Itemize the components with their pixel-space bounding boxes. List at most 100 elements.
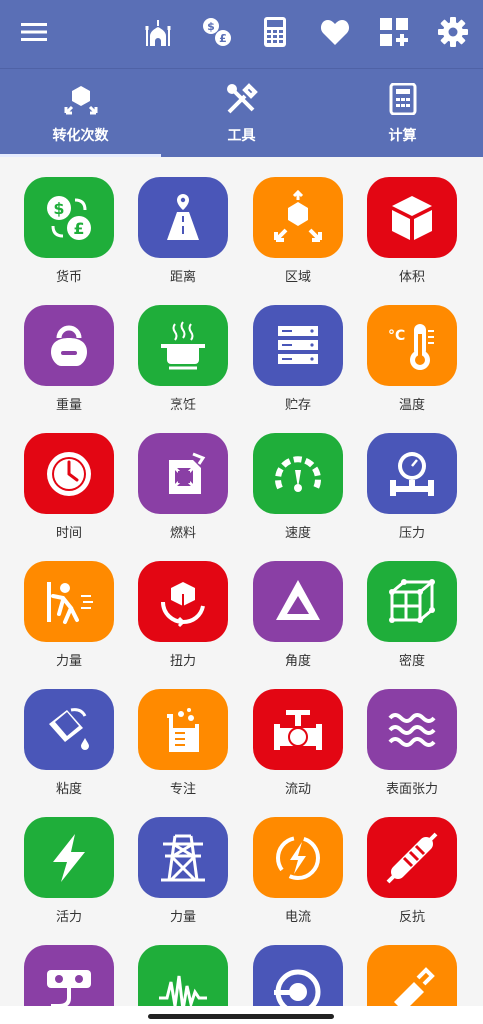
converter-label: 表面张力 (385, 782, 438, 797)
fuel-can-icon (138, 433, 228, 514)
converter-viscosity[interactable]: 粘度 (12, 669, 126, 797)
waveform-icon (138, 945, 228, 1012)
thermometer-icon: °C (367, 305, 457, 386)
tab-calculate[interactable]: 计算 (322, 69, 483, 158)
converter-energy[interactable]: 活力 (12, 797, 126, 925)
beaker-icon (138, 689, 228, 770)
settings-icon[interactable] (435, 14, 471, 50)
server-storage-icon (253, 305, 343, 386)
current-bolt-icon (253, 817, 343, 898)
converter-angle[interactable]: 角度 (241, 541, 355, 669)
capacitor-icon (367, 945, 457, 1012)
converter-speed[interactable]: 速度 (241, 413, 355, 541)
currency-icon: $ £ (24, 177, 114, 258)
converter-label: 贮存 (284, 398, 311, 413)
tab-label: 计算 (388, 128, 417, 144)
converter-label: 粘度 (55, 782, 82, 797)
torque-box-icon (138, 561, 228, 642)
menu-icon[interactable] (16, 14, 52, 50)
kettlebell-icon (24, 305, 114, 386)
cooking-pot-icon (138, 305, 228, 386)
converter-label: 电流 (284, 910, 311, 925)
svg-text:£: £ (73, 219, 84, 238)
resistor-icon (367, 817, 457, 898)
converter-label: 重量 (55, 398, 82, 413)
tab-label: 工具 (227, 128, 256, 144)
converter-label: 距离 (169, 270, 196, 285)
converter-label: 流动 (284, 782, 311, 797)
calculator-device-icon[interactable] (257, 14, 293, 50)
tools-icon (224, 81, 260, 117)
mosque-icon[interactable] (140, 14, 176, 50)
conversion-icon (63, 81, 99, 117)
converter-time[interactable]: 时间 (12, 413, 126, 541)
converter-label: 力量 (55, 654, 82, 669)
tab-bar: 转化次数 工具 计算 (0, 68, 483, 158)
lightning-icon (24, 817, 114, 898)
converter-weight[interactable]: 重量 (12, 285, 126, 413)
add-widget-icon[interactable] (376, 14, 412, 50)
converter-label: 活力 (55, 910, 82, 925)
converter-area[interactable]: 区域 (241, 157, 355, 285)
converter-resistance[interactable]: 反抗 (355, 797, 469, 925)
home-indicator[interactable] (148, 1014, 334, 1019)
converter-pressure[interactable]: 压力 (355, 413, 469, 541)
converter-label: 力量 (169, 910, 196, 925)
svg-text:£: £ (219, 32, 227, 45)
clock-icon (24, 433, 114, 514)
road-distance-icon (138, 177, 228, 258)
converter-concentration[interactable]: 专注 (126, 669, 240, 797)
converter-storage[interactable]: 贮存 (241, 285, 355, 413)
heart-icon[interactable] (317, 14, 353, 50)
valve-pipe-icon (253, 689, 343, 770)
svg-text:$: $ (207, 20, 215, 33)
converter-label: 燃料 (169, 526, 196, 541)
converter-label: 区域 (284, 270, 311, 285)
converter-volume[interactable]: 体积 (355, 157, 469, 285)
top-app-bar: $ £ (0, 0, 483, 68)
converter-label: 货币 (55, 270, 82, 285)
triangle-angle-icon (253, 561, 343, 642)
waves-icon (367, 689, 457, 770)
converter-flow[interactable]: 流动 (241, 669, 355, 797)
converter-fuel[interactable]: 燃料 (126, 413, 240, 541)
svg-text:°C: °C (388, 328, 405, 344)
converter-label: 角度 (284, 654, 311, 669)
converter-item-26[interactable] (126, 925, 240, 1012)
tab-label: 转化次数 (52, 128, 109, 144)
pressure-gauge-icon (367, 433, 457, 514)
converter-item-25[interactable] (12, 925, 126, 1012)
converter-torque[interactable]: 扭力 (126, 541, 240, 669)
pouring-bucket-icon (24, 689, 114, 770)
converter-label: 专注 (169, 782, 196, 797)
plug-socket-icon (253, 945, 343, 1012)
converter-grid: $ £ 货币 距离 区域 体积 重量 烹饪 贮存 °C 温度 时间 燃料 速度 … (0, 157, 483, 1012)
converter-label: 时间 (55, 526, 82, 541)
tab-tools[interactable]: 工具 (161, 69, 322, 158)
converter-item-27[interactable] (241, 925, 355, 1012)
converter-item-28[interactable] (355, 925, 469, 1012)
pushing-person-icon (24, 561, 114, 642)
speedometer-icon (253, 433, 343, 514)
converter-cooking[interactable]: 烹饪 (126, 285, 240, 413)
power-tower-icon (138, 817, 228, 898)
cube-icon (367, 177, 457, 258)
converter-label: 烹饪 (169, 398, 196, 413)
tab-conversions[interactable]: 转化次数 (0, 69, 161, 158)
converter-power[interactable]: 力量 (126, 797, 240, 925)
converter-force[interactable]: 力量 (12, 541, 126, 669)
converter-distance[interactable]: 距离 (126, 157, 240, 285)
converter-currency[interactable]: $ £ 货币 (12, 157, 126, 285)
converter-label: 温度 (398, 398, 425, 413)
svg-text:$: $ (53, 199, 64, 218)
converter-density[interactable]: 密度 (355, 541, 469, 669)
converter-temperature[interactable]: °C 温度 (355, 285, 469, 413)
converter-label: 密度 (398, 654, 425, 669)
power-strip-icon (24, 945, 114, 1012)
area-expand-icon (253, 177, 343, 258)
currency-exchange-icon[interactable]: $ £ (199, 14, 235, 50)
converter-surface-tension[interactable]: 表面张力 (355, 669, 469, 797)
converter-label: 扭力 (169, 654, 196, 669)
calculator-icon (385, 81, 421, 117)
converter-current[interactable]: 电流 (241, 797, 355, 925)
